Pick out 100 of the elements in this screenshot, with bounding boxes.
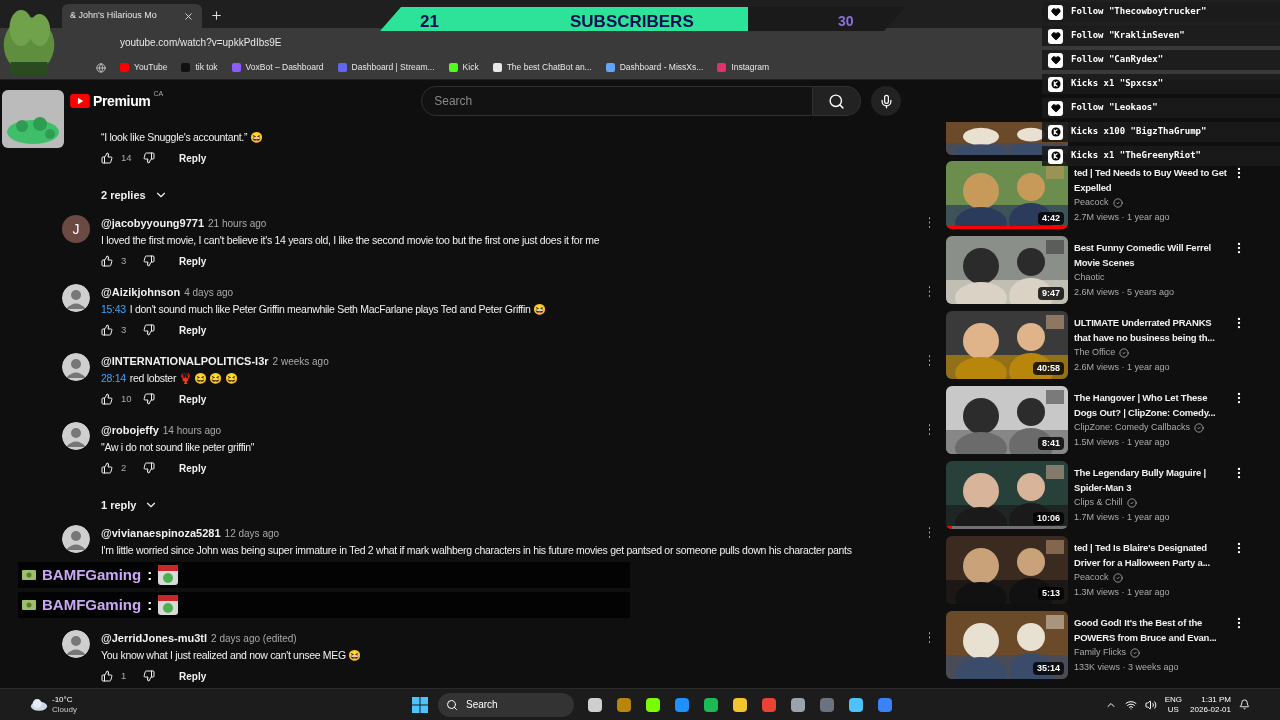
- channel-name[interactable]: The Office: [1074, 346, 1116, 360]
- like-icon[interactable]: [101, 152, 113, 164]
- comment-author[interactable]: @jacobyyoung9771: [101, 215, 205, 232]
- video-title[interactable]: ted | Ted Needs to Buy Weed to Get Expelled: [1074, 165, 1228, 195]
- channel-name[interactable]: ClipZone: Comedy Callbacks: [1074, 421, 1191, 435]
- globe-icon[interactable]: [96, 62, 106, 73]
- clock-date[interactable]: 2026-02-01: [1190, 704, 1231, 715]
- logo-text[interactable]: Premium: [93, 90, 151, 112]
- clock-time[interactable]: 1:31 PM: [1201, 694, 1231, 705]
- avatar[interactable]: [62, 422, 90, 450]
- dislike-icon[interactable]: [143, 255, 155, 267]
- avatar[interactable]: [62, 284, 90, 312]
- app-icon[interactable]: [703, 696, 719, 713]
- bookmark[interactable]: VoxBot – Dashboard: [231, 61, 324, 74]
- dislike-icon[interactable]: [143, 462, 155, 474]
- comment-text: I loved the first movie, I can't believe it's 14 years old, I like the second movie too but the first one just does it for me: [101, 233, 600, 248]
- reply-button[interactable]: Reply: [179, 253, 207, 269]
- channel-name[interactable]: Peacock: [1074, 571, 1109, 585]
- bookmark[interactable]: Dashboard - MissXs...: [605, 61, 704, 74]
- microphone-button[interactable]: [871, 86, 902, 116]
- comment-time: 14 hours ago: [162, 424, 222, 438]
- comment-author[interactable]: @robojeffy: [101, 422, 159, 439]
- search-field[interactable]: Search: [421, 86, 814, 116]
- reply-button[interactable]: Reply: [179, 150, 207, 166]
- channel-name[interactable]: Peacock: [1074, 196, 1109, 210]
- new-tab-icon[interactable]: [210, 9, 223, 22]
- notification-icon[interactable]: [1239, 699, 1250, 710]
- taskbar-search[interactable]: Search: [438, 692, 574, 717]
- app-icon[interactable]: [587, 696, 603, 713]
- browser-tab[interactable]: & John's Hilarious Mo: [62, 4, 202, 28]
- video-title[interactable]: The Legendary Bully Maguire | Spider-Man 3: [1074, 465, 1228, 495]
- timestamp-link[interactable]: 15:43: [101, 301, 126, 318]
- reply-button[interactable]: Reply: [179, 391, 207, 407]
- comment-text: I'm little worried since John was being super immature in Ted 2 what if mark walhberg characters in his future movies get pantsed or someone pulls down his character pants: [101, 543, 852, 558]
- language[interactable]: ENG: [1164, 694, 1183, 705]
- channel-name[interactable]: Chaotic: [1074, 271, 1105, 285]
- channel-name[interactable]: Family Flicks: [1074, 646, 1126, 660]
- reply-button[interactable]: Reply: [179, 322, 207, 338]
- video-title[interactable]: ULTIMATE Underrated PRANKS that have no business being th...: [1074, 315, 1228, 345]
- tab-title: & John's Hilarious Mo: [70, 9, 158, 23]
- comment-text: You know what I just realized and now can't unsee MEG 😆: [101, 648, 362, 663]
- weather-label: Cloudy: [52, 704, 77, 715]
- address-field[interactable]: youtube.com/watch?v=upkkPdIbs9E: [120, 34, 282, 50]
- video-title[interactable]: The Hangover | Who Let These Dogs Out? | ClipZone: Comedy...: [1074, 390, 1228, 420]
- alert-text: Follow "Leokaos": [1071, 101, 1158, 115]
- video-title[interactable]: Good God! It's the Best of the POWERS from Bruce and Evan...: [1074, 615, 1228, 645]
- timestamp-link[interactable]: 28:14: [101, 370, 126, 387]
- close-icon[interactable]: [183, 10, 194, 22]
- bookmark[interactable]: The best ChatBot an...: [492, 61, 592, 74]
- like-count: 1: [121, 668, 128, 683]
- microphone-icon: [878, 93, 894, 109]
- youtube-logo-icon[interactable]: [70, 94, 90, 108]
- search-button[interactable]: [813, 86, 862, 116]
- app-icon[interactable]: [848, 696, 864, 713]
- like-icon[interactable]: [101, 324, 113, 336]
- dislike-icon[interactable]: [143, 393, 155, 405]
- dislike-icon[interactable]: [143, 152, 155, 164]
- bookmark[interactable]: Dashboard | Stream...: [337, 61, 435, 74]
- bookmark[interactable]: YouTube: [120, 61, 168, 74]
- bookmark[interactable]: Kick: [448, 61, 479, 74]
- comment-author[interactable]: @JerridJones-mu3tl: [101, 630, 208, 647]
- comment-time: 2 days ago (edited): [211, 632, 297, 646]
- weather-icon[interactable]: [30, 698, 48, 711]
- like-icon[interactable]: [101, 670, 113, 682]
- app-icon[interactable]: [616, 696, 632, 713]
- app-icon[interactable]: [790, 696, 806, 713]
- video-title[interactable]: ted | Ted Is Blaire's Designated Driver for a Halloween Party a...: [1074, 540, 1228, 570]
- alert-text: Kicks x1 "Spxcsx": [1071, 77, 1164, 91]
- avatar[interactable]: J: [62, 215, 90, 243]
- app-icon[interactable]: [732, 696, 748, 713]
- dislike-icon[interactable]: [143, 670, 155, 682]
- keyboard-region[interactable]: US: [1167, 704, 1179, 715]
- comment-author[interactable]: @Aizikjohnson: [101, 284, 181, 301]
- replies-toggle[interactable]: 1 reply: [101, 496, 159, 514]
- reply-button[interactable]: Reply: [179, 668, 207, 684]
- avatar[interactable]: [62, 630, 90, 658]
- video-title[interactable]: Best Funny Comedic Will Ferrel Movie Scenes: [1074, 240, 1228, 270]
- comment-text: "Aw i do not sound like peter griffin": [101, 440, 255, 455]
- volume-icon[interactable]: [1144, 698, 1157, 711]
- bookmark[interactable]: Instagram: [717, 61, 770, 74]
- avatar[interactable]: [62, 525, 90, 553]
- comment-time: 12 days ago: [224, 527, 280, 541]
- channel-name[interactable]: Clips & Chill: [1074, 496, 1123, 510]
- comment-author[interactable]: @INTERNATIONALPOLITICS-l3r: [101, 353, 269, 370]
- like-icon[interactable]: [101, 393, 113, 405]
- like-icon[interactable]: [101, 255, 113, 267]
- emote-icon: [158, 565, 179, 585]
- dislike-icon[interactable]: [143, 324, 155, 336]
- like-icon[interactable]: [101, 462, 113, 474]
- wifi-icon[interactable]: [1124, 698, 1137, 711]
- replies-toggle[interactable]: 2 replies: [101, 186, 168, 204]
- reply-button[interactable]: Reply: [179, 460, 207, 476]
- windows-icon[interactable]: [412, 696, 428, 713]
- comment-author[interactable]: @vivianaespinoza5281: [101, 525, 221, 542]
- comment-time: 2 weeks ago: [272, 355, 329, 369]
- bookmark[interactable]: tik tok: [181, 61, 218, 74]
- avatar[interactable]: [62, 353, 90, 381]
- chat-username: BAMFGaming: [42, 594, 142, 615]
- app-icon[interactable]: [645, 696, 661, 713]
- app-icon[interactable]: [674, 696, 690, 713]
